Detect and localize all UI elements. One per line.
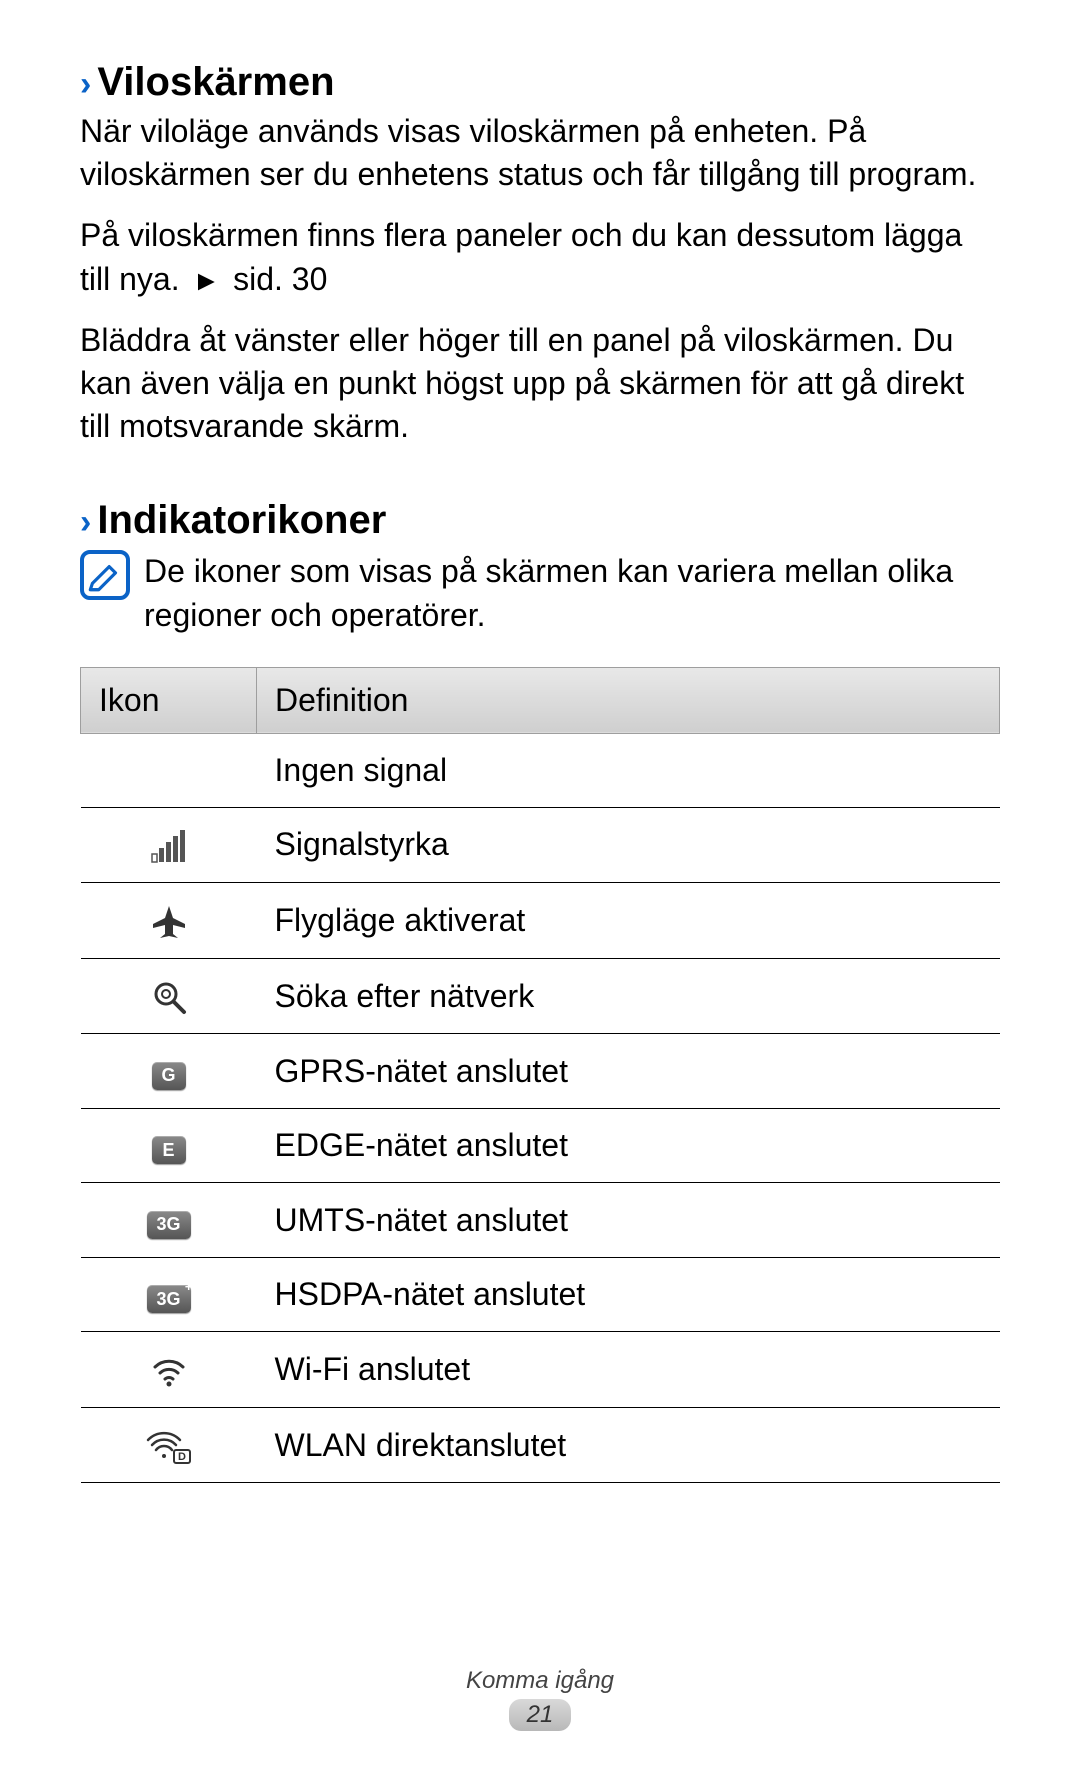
definition-cell: Söka efter nätverk	[257, 958, 1000, 1034]
table-header-def: Definition	[257, 667, 1000, 733]
svg-text:D: D	[178, 1451, 186, 1463]
icon-table: Ikon Definition Ingen signalSignalstyrka…	[80, 667, 1000, 1484]
note-text: De ikoner som visas på skärmen kan varie…	[144, 550, 1000, 636]
icon-cell: G	[81, 1034, 257, 1109]
definition-cell: UMTS-nätet anslutet	[257, 1183, 1000, 1258]
definition-cell: GPRS-nätet anslutet	[257, 1034, 1000, 1109]
paragraph-2: På viloskärmen finns flera paneler och d…	[80, 214, 1000, 300]
page: ›Viloskärmen När viloläge används visas …	[0, 0, 1080, 1771]
signal-icon	[151, 828, 187, 864]
table-row: E EDGE-nätet anslutet	[81, 1108, 1000, 1183]
heading-text: Viloskärmen	[97, 60, 334, 104]
table-row: Flygläge aktiverat	[81, 883, 1000, 959]
icon-cell	[81, 807, 257, 883]
chevron-icon: ›	[80, 504, 91, 541]
table-row: 3G+ HSDPA-nätet anslutet	[81, 1257, 1000, 1332]
wifi-icon	[151, 1353, 187, 1389]
network-badge-icon: G	[152, 1062, 186, 1090]
icon-cell	[81, 958, 257, 1034]
table-row: Wi-Fi anslutet	[81, 1332, 1000, 1408]
table-header-icon: Ikon	[81, 667, 257, 733]
definition-cell: HSDPA-nätet anslutet	[257, 1257, 1000, 1332]
icon-cell: D	[81, 1407, 257, 1483]
paragraph-3: Bläddra åt vänster eller höger till en p…	[80, 319, 1000, 449]
paragraph-2b: sid. 30	[224, 261, 327, 297]
icon-cell: 3G+	[81, 1257, 257, 1332]
icon-cell	[81, 883, 257, 959]
table-row: Söka efter nätverk	[81, 958, 1000, 1034]
definition-cell: Signalstyrka	[257, 807, 1000, 883]
search-icon	[151, 979, 187, 1015]
definition-cell: Flygläge aktiverat	[257, 883, 1000, 959]
paragraph-1: När viloläge används visas viloskärmen p…	[80, 110, 1000, 196]
icon-cell	[81, 1332, 257, 1408]
network-badge-icon: 3G	[147, 1211, 191, 1239]
note-icon	[80, 550, 130, 600]
wifi-direct-icon: D	[146, 1428, 192, 1464]
table-row: Ingen signal	[81, 733, 1000, 807]
heading-text: Indikatorikoner	[97, 498, 386, 542]
table-row: 3G UMTS-nätet anslutet	[81, 1183, 1000, 1258]
heading-indikatorikoner: ›Indikatorikoner	[80, 498, 1000, 542]
arrow-right-icon: ►	[192, 267, 220, 295]
definition-cell: EDGE-nätet anslutet	[257, 1108, 1000, 1183]
definition-cell: Ingen signal	[257, 733, 1000, 807]
footer: Komma igång 21	[0, 1667, 1080, 1731]
table-row: Signalstyrka	[81, 807, 1000, 883]
page-number: 21	[509, 1699, 572, 1731]
icon-cell	[81, 733, 257, 807]
note: De ikoner som visas på skärmen kan varie…	[80, 550, 1000, 636]
airplane-icon	[151, 904, 187, 940]
table-row: G GPRS-nätet anslutet	[81, 1034, 1000, 1109]
network-badge-icon: E	[152, 1136, 186, 1164]
icon-cell: 3G	[81, 1183, 257, 1258]
definition-cell: Wi-Fi anslutet	[257, 1332, 1000, 1408]
footer-chapter: Komma igång	[0, 1667, 1080, 1695]
icon-cell: E	[81, 1108, 257, 1183]
table-row: D WLAN direktanslutet	[81, 1407, 1000, 1483]
network-badge-icon: 3G+	[147, 1285, 191, 1313]
chevron-icon: ›	[80, 66, 91, 103]
heading-viloskarmen: ›Viloskärmen	[80, 60, 1000, 104]
definition-cell: WLAN direktanslutet	[257, 1407, 1000, 1483]
